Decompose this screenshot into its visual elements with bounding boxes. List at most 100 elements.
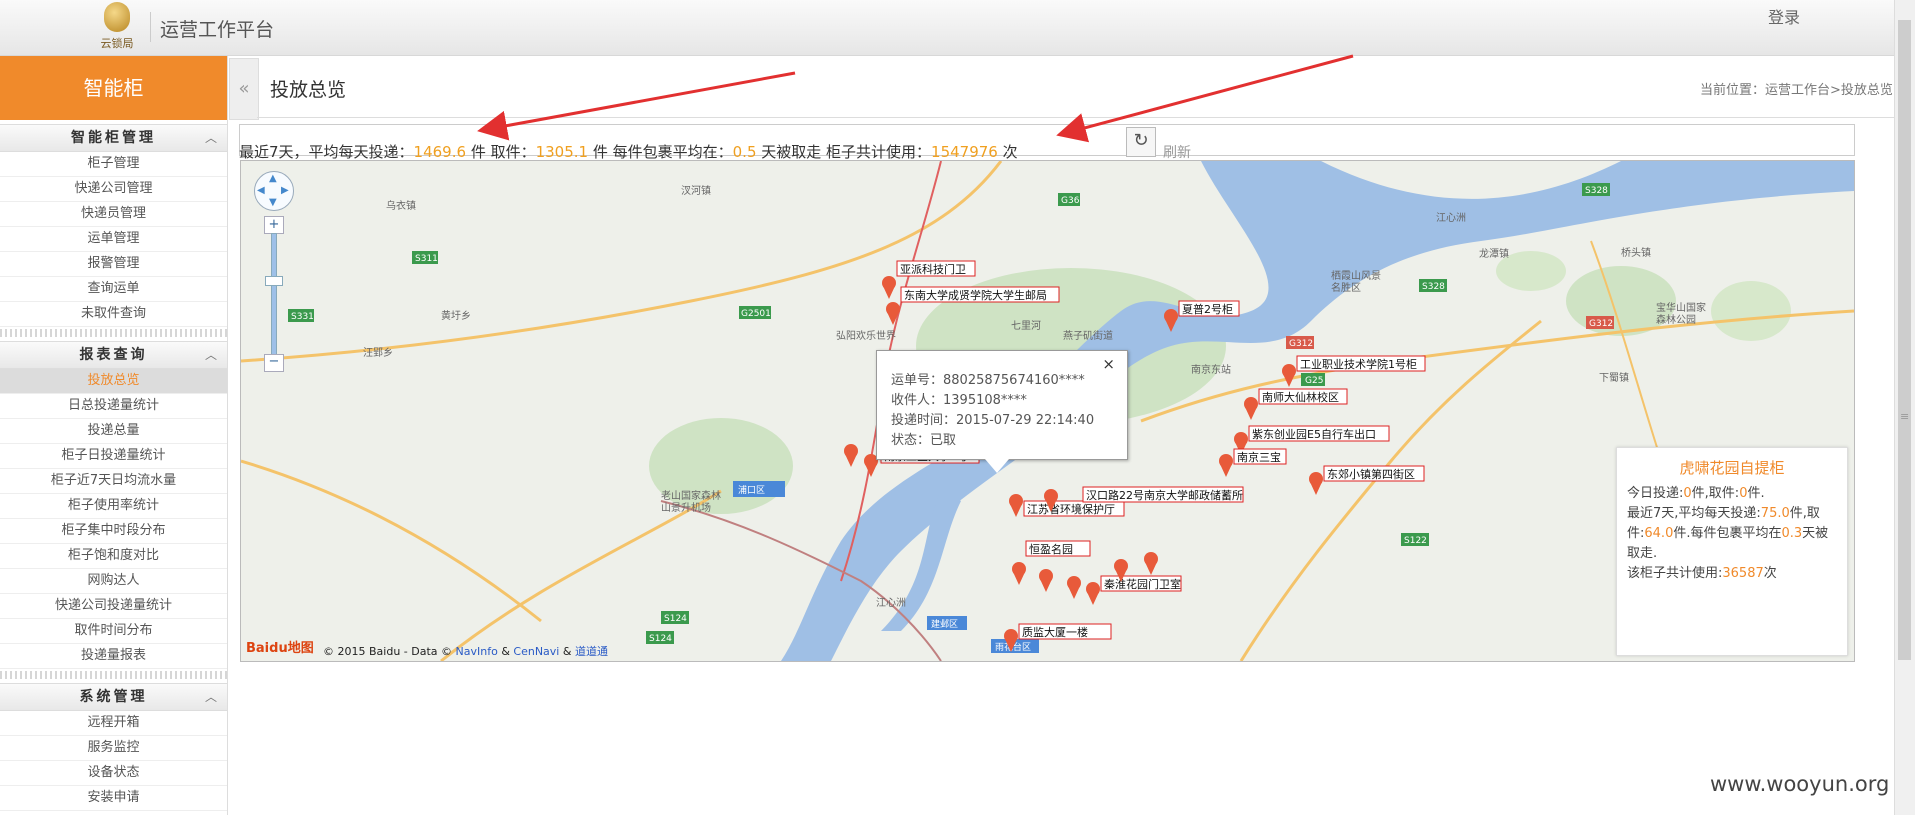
- info-text: 次: [1763, 566, 1777, 581]
- svg-text:江苏省环境保护厅: 江苏省环境保护厅: [1027, 502, 1115, 516]
- sidebar-collapse-button[interactable]: «: [229, 58, 259, 120]
- map-pan-control[interactable]: ▲ ▼ ◀ ▶: [254, 171, 294, 211]
- scrollbar-thumb[interactable]: [1898, 20, 1911, 660]
- chevron-up-icon[interactable]: ︿: [205, 684, 217, 710]
- annotation-arrow: [1056, 54, 1354, 143]
- sidebar-item-unpicked[interactable]: 未取件查询: [0, 302, 227, 327]
- popup-receiver-row: 收件人：1395108****: [891, 389, 1027, 408]
- sidebar-item-cabinets[interactable]: 柜子管理: [0, 152, 227, 177]
- svg-text:质监大厦一楼: 质监大厦一楼: [1022, 625, 1088, 639]
- page-scrollbar[interactable]: ≡: [1894, 0, 1915, 815]
- total-uses-value: 36587: [1722, 566, 1764, 581]
- svg-text:宝华山国家: 宝华山国家: [1656, 301, 1706, 314]
- svg-text:下蜀镇: 下蜀镇: [1599, 371, 1629, 384]
- baidu-map-logo: Baidu地图: [246, 641, 314, 656]
- sidebar-item-shoppers[interactable]: 网购达人: [0, 569, 227, 594]
- nav-group-cabinet-mgmt[interactable]: 智能柜管理 ︿: [0, 124, 227, 152]
- zoom-in-button[interactable]: +: [264, 216, 284, 234]
- daodaotong-link[interactable]: 道道通: [575, 645, 608, 658]
- sidebar-item-service-monitor[interactable]: 服务监控: [0, 736, 227, 761]
- svg-text:汊河镇: 汊河镇: [681, 184, 711, 197]
- sidebar-item-waybills[interactable]: 运单管理: [0, 227, 227, 252]
- chevron-up-icon[interactable]: ︿: [205, 342, 217, 368]
- zoom-slider-handle[interactable]: [265, 276, 283, 286]
- info-text: 今日投递:: [1627, 486, 1684, 501]
- sidebar-item-company-stats[interactable]: 快递公司投递量统计: [0, 594, 227, 619]
- title-divider: [150, 12, 151, 42]
- info-text: 件,取件:: [1691, 486, 1740, 501]
- cennavi-link[interactable]: CenNavi: [513, 645, 559, 658]
- nav-group-reports[interactable]: 报表查询 ︿: [0, 341, 227, 369]
- sidebar-item-saturation[interactable]: 柜子饱和度对比: [0, 544, 227, 569]
- waybill-number: 88025875674160****: [943, 373, 1085, 388]
- sidebar-item-cabinet-daily[interactable]: 柜子日投递量统计: [0, 444, 227, 469]
- svg-text:G36: G36: [1061, 196, 1080, 206]
- svg-text:南师大仙林校区: 南师大仙林校区: [1262, 390, 1339, 404]
- popup-pointer: [985, 459, 1009, 473]
- sidebar-item-install-request[interactable]: 安装申请: [0, 786, 227, 811]
- page-title: 投放总览: [270, 79, 347, 101]
- group-divider: [0, 671, 227, 679]
- receiver-phone: 1395108****: [943, 393, 1027, 408]
- cabinet-info-body: 今日投递:0件,取件:0件. 最近7天,平均每天投递:75.0件,取件:64.0…: [1617, 484, 1847, 584]
- svg-text:S124: S124: [649, 634, 672, 644]
- sidebar: 智能柜 智能柜管理 ︿ 柜子管理 快递公司管理 快递员管理 运单管理 报警管理 …: [0, 56, 228, 815]
- map-copyright: © 2015 Baidu - Data © NavInfo & CenNavi …: [323, 643, 608, 659]
- popup-status-row: 状态：已取: [891, 429, 956, 448]
- refresh-button[interactable]: 刷新: [1163, 142, 1191, 162]
- sidebar-item-alarms[interactable]: 报警管理: [0, 252, 227, 277]
- nav-group-title: 报表查询: [79, 347, 148, 363]
- login-link[interactable]: 登录: [1768, 4, 1800, 28]
- zoom-out-button[interactable]: −: [264, 354, 284, 372]
- sidebar-item-delivery-report[interactable]: 投递量报表: [0, 644, 227, 669]
- sidebar-item-remote-open[interactable]: 远程开箱: [0, 711, 227, 736]
- sidebar-item-peak-period[interactable]: 柜子集中时段分布: [0, 519, 227, 544]
- app-logo: 云锁局: [92, 2, 142, 52]
- week-pickup-value: 64.0: [1644, 526, 1674, 541]
- sidebar-item-usage-rate[interactable]: 柜子使用率统计: [0, 494, 227, 519]
- sidebar-item-total-delivery[interactable]: 投递总量: [0, 419, 227, 444]
- receiver-label: 收件人：: [891, 393, 944, 408]
- watermark: www.wooyun.org: [1710, 772, 1890, 796]
- sidebar-item-daily-total[interactable]: 日总投递量统计: [0, 394, 227, 419]
- zoom-slider-track[interactable]: [271, 233, 277, 359]
- navinfo-link[interactable]: NavInfo: [456, 645, 498, 658]
- today-stats: 今日投递:0件,取件:0件.: [1627, 484, 1837, 504]
- svg-text:S124: S124: [664, 614, 687, 624]
- total-stats: 该柜子共计使用:36587次: [1627, 564, 1837, 584]
- sidebar-item-query-waybill[interactable]: 查询运单: [0, 277, 227, 302]
- svg-text:江心洲: 江心洲: [1436, 212, 1466, 224]
- cabinet-info-panel: 虎啸花园自提柜 今日投递:0件,取件:0件. 最近7天,平均每天投递:75.0件…: [1616, 447, 1848, 656]
- svg-text:浦口区: 浦口区: [738, 484, 765, 496]
- svg-text:江心洲: 江心洲: [876, 597, 906, 609]
- sidebar-item-device-status[interactable]: 设备状态: [0, 761, 227, 786]
- svg-text:龙潭镇: 龙潭镇: [1479, 247, 1509, 260]
- stats-text: 件 取件：: [466, 143, 536, 161]
- park-area: [1711, 281, 1791, 341]
- sidebar-item-pickup-time[interactable]: 取件时间分布: [0, 619, 227, 644]
- today-delivery-value: 0: [1683, 486, 1692, 501]
- svg-text:南京东站: 南京东站: [1191, 363, 1231, 376]
- info-text: 件.每件包裹平均在: [1673, 526, 1782, 541]
- svg-text:七里河: 七里河: [1011, 320, 1041, 332]
- week-days-value: 0.3: [1781, 526, 1803, 541]
- popup-time-row: 投递时间：2015-07-29 22:14:40: [891, 409, 1094, 428]
- svg-text:G25: G25: [1305, 376, 1323, 386]
- svg-text:东南大学成贤学院大学生邮局: 东南大学成贤学院大学生邮局: [904, 288, 1047, 302]
- sidebar-item-courier-companies[interactable]: 快递公司管理: [0, 177, 227, 202]
- status-value: 已取: [930, 433, 957, 448]
- refresh-icon[interactable]: ↻: [1126, 127, 1156, 157]
- chevron-up-icon[interactable]: ︿: [205, 125, 217, 151]
- svg-text:弘阳欢乐世界: 弘阳欢乐世界: [836, 329, 896, 342]
- svg-text:森林公园: 森林公园: [1656, 313, 1696, 326]
- nav-group-system[interactable]: 系统管理 ︿: [0, 683, 227, 711]
- close-icon[interactable]: ×: [1102, 355, 1115, 373]
- svg-text:南京三宝: 南京三宝: [1237, 450, 1281, 464]
- status-label: 状态：: [891, 433, 931, 448]
- svg-text:紫东创业园E5自行车出口: 紫东创业园E5自行车出口: [1252, 427, 1376, 441]
- sidebar-item-cabinet-7day[interactable]: 柜子近7天日均流水量: [0, 469, 227, 494]
- annotation-arrow: [477, 71, 796, 141]
- week-delivery-value: 75.0: [1760, 506, 1790, 521]
- sidebar-item-overview[interactable]: 投放总览: [0, 369, 227, 394]
- sidebar-item-couriers[interactable]: 快递员管理: [0, 202, 227, 227]
